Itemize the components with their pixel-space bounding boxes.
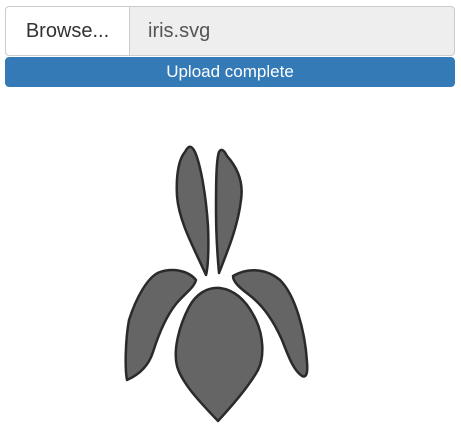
file-input[interactable]: Browse... iris.svg — [5, 6, 455, 56]
iris-petal-center — [174, 286, 264, 423]
browse-button[interactable]: Browse... — [5, 6, 129, 56]
image-preview — [0, 130, 461, 430]
progress-label: Upload complete — [166, 62, 294, 81]
filename-field: iris.svg — [129, 6, 455, 56]
iris-image — [124, 145, 309, 423]
upload-progress-bar: Upload complete — [5, 57, 455, 87]
iris-petal-upper-right — [214, 148, 243, 275]
iris-petal-upper-left — [175, 145, 210, 277]
